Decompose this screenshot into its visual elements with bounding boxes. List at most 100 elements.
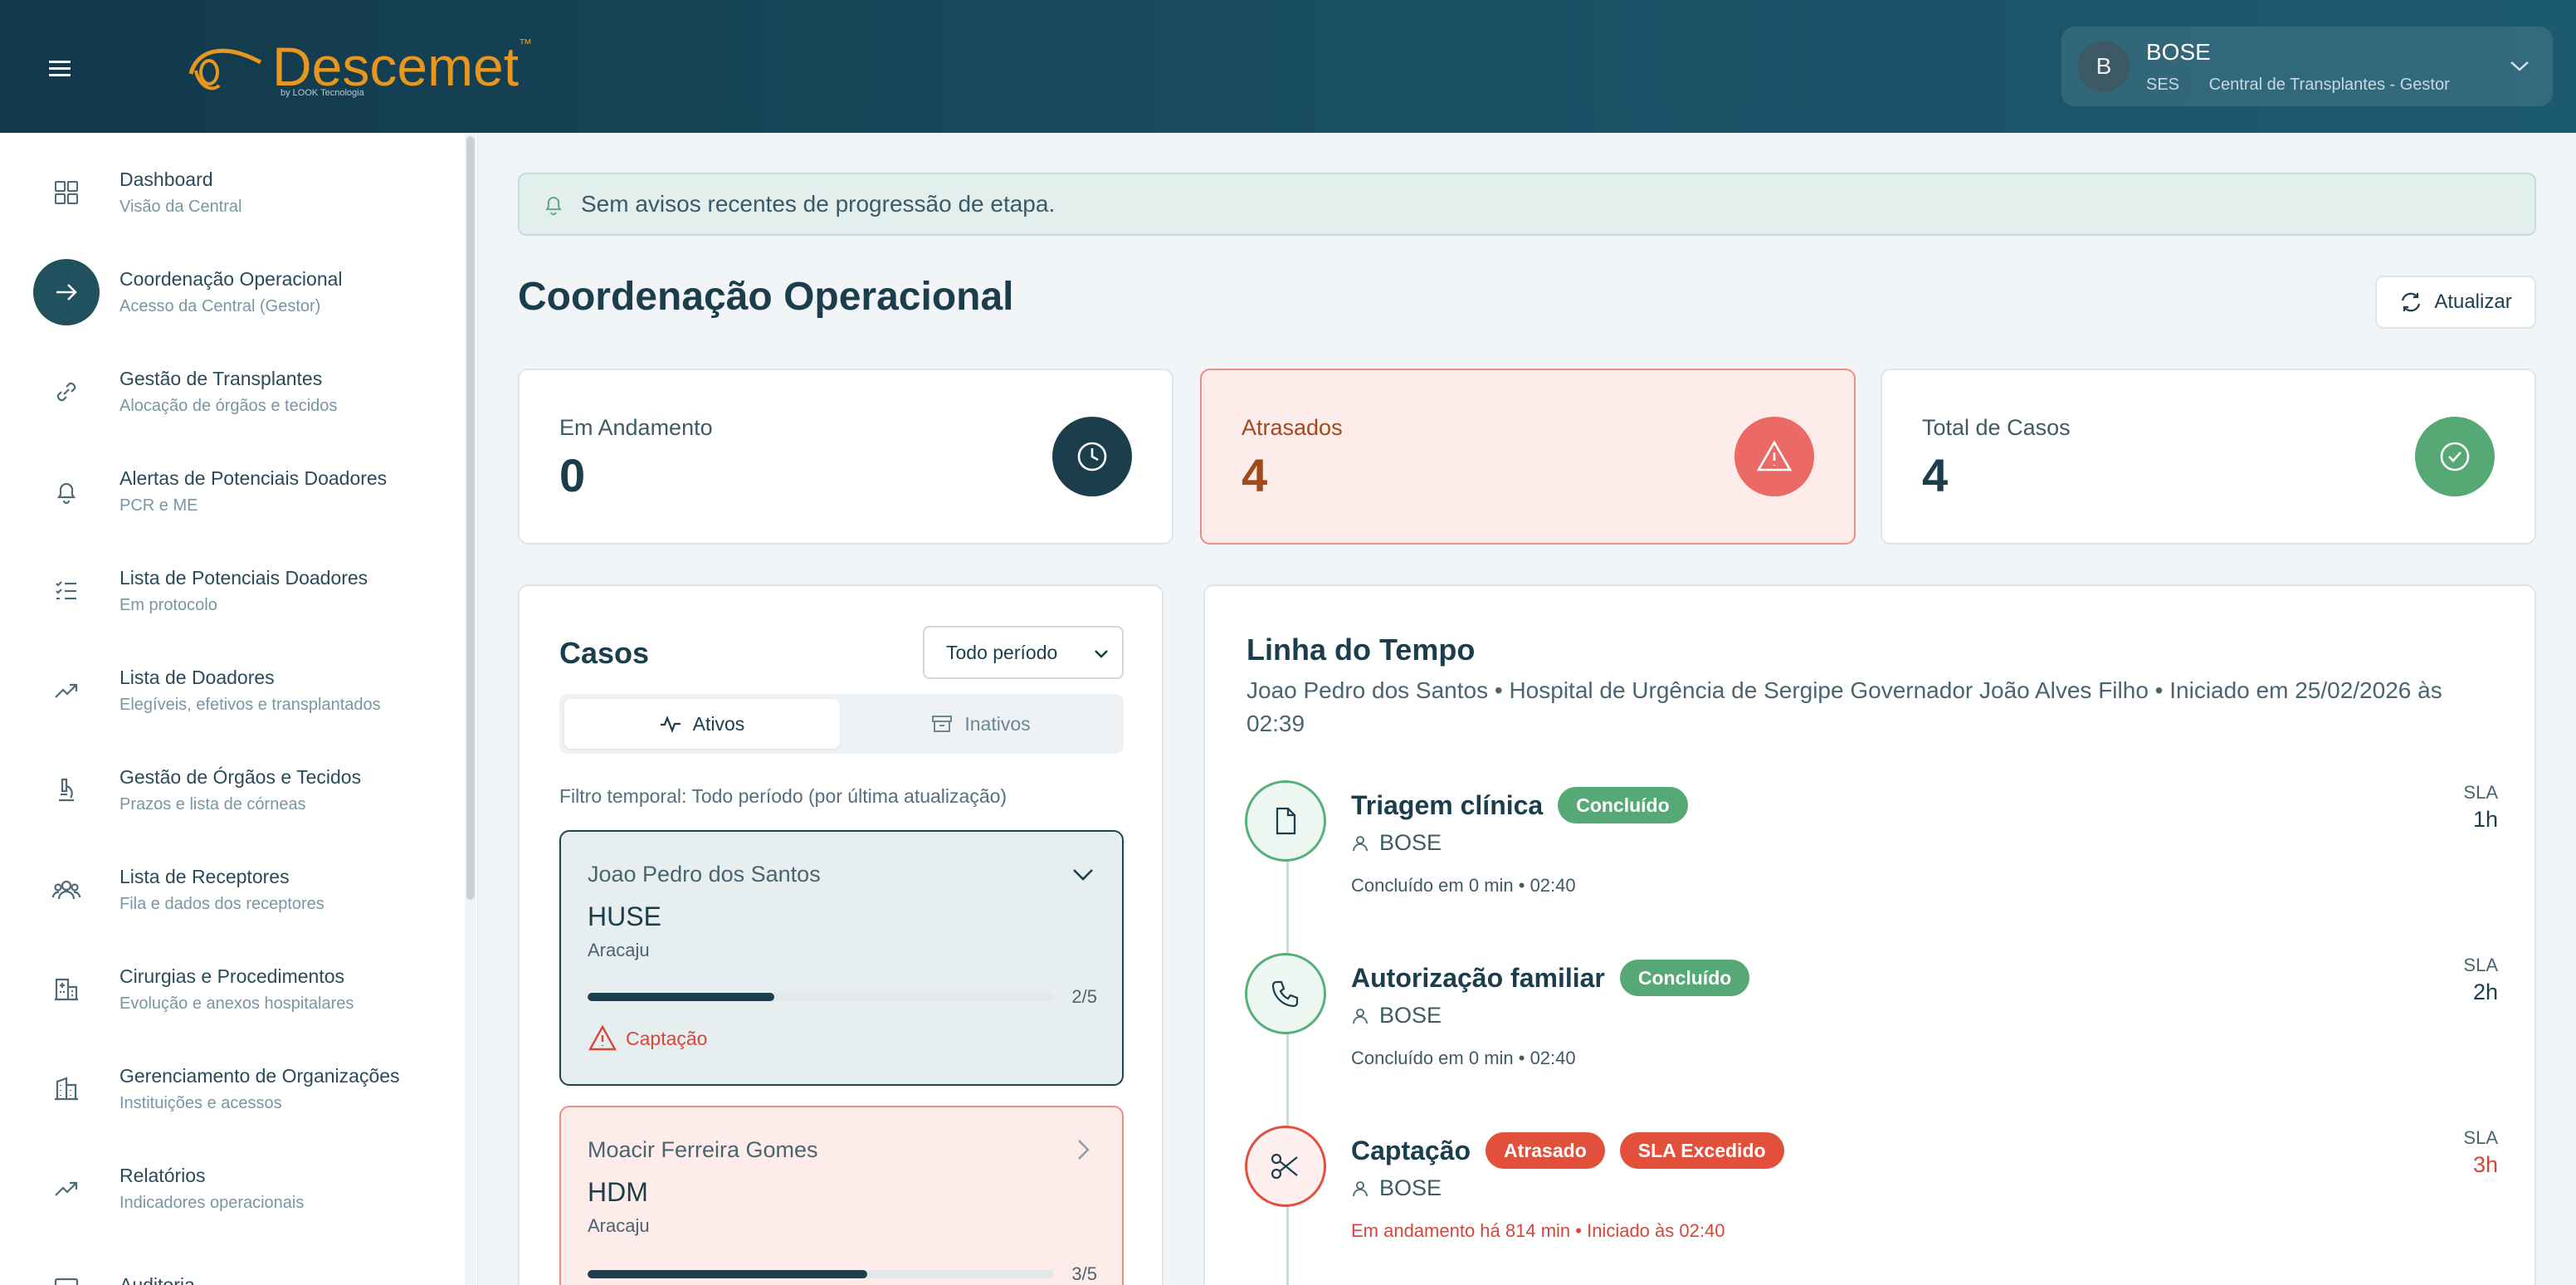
case-patient-name: Moacir Ferreira Gomes	[588, 1137, 818, 1162]
user-org: SES	[2146, 75, 2180, 94]
sidebar-item-dashboard[interactable]: Dashboard Visão da Central	[33, 151, 448, 234]
sidebar-item-title: Lista de Potenciais Doadores	[120, 567, 368, 589]
step-name: Captação	[1351, 1135, 1471, 1165]
sidebar-item-sub: Prazos e lista de córneas	[120, 795, 306, 814]
case-card[interactable]: Joao Pedro dos Santos HUSE Aracaju 2/5 C…	[559, 830, 1124, 1086]
sidebar-item-title: Relatórios	[120, 1165, 206, 1186]
step-meta: Concluído em 0 min • 02:40	[1351, 1048, 1576, 1068]
sidebar-item-sub: Visão da Central	[120, 198, 242, 216]
refresh-icon	[2402, 292, 2421, 312]
step-meta: Concluído em 0 min • 02:40	[1351, 875, 1576, 896]
sidebar-item-organizacoes[interactable]: Gerenciamento de Organizações Instituiçõe…	[33, 1048, 448, 1131]
sla-value: 2h	[2472, 980, 2498, 1004]
top-bar: Descemet ™ by LOOK Tecnologia B BOSE SES…	[0, 0, 2576, 133]
sidebar-scrollbar[interactable]	[465, 133, 476, 1285]
case-hospital: HUSE	[588, 901, 661, 931]
case-city: Aracaju	[588, 940, 650, 960]
cases-title: Casos	[559, 636, 650, 670]
period-select[interactable]: Todo período	[923, 626, 1124, 679]
sidebar-item-title: Lista de Doadores	[120, 667, 275, 688]
link-icon	[33, 359, 100, 425]
sidebar-item-title: Alertas de Potenciais Doadores	[120, 467, 388, 489]
sidebar-item-potenciais-doadores[interactable]: Lista de Potenciais Doadores Em protocolo	[33, 550, 448, 633]
chevron-down-icon[interactable]	[1069, 860, 1097, 888]
user-name: BOSE	[2146, 38, 2211, 65]
case-card[interactable]: Moacir Ferreira Gomes HDM Aracaju 3/5	[559, 1106, 1124, 1285]
sla-exceeded-badge: SLA Excedido	[1619, 1132, 1784, 1169]
hamburger-icon	[49, 61, 71, 76]
sidebar-item-sub: Fila e dados dos receptores	[120, 895, 324, 913]
sidebar-item-cirurgias[interactable]: Cirurgias e Procedimentos Evolução e anex…	[33, 948, 448, 1031]
menu-button[interactable]	[33, 42, 86, 95]
users-icon	[33, 857, 100, 923]
file-icon	[1245, 780, 1326, 862]
stat-value: 0	[559, 449, 586, 501]
sidebar-item-sub: Instituições e acessos	[120, 1094, 282, 1112]
tab-label: Ativos	[692, 712, 745, 735]
case-patient-name: Joao Pedro dos Santos	[588, 862, 821, 887]
sla-label: SLA	[2463, 1127, 2498, 1148]
timeline-step: Captação Atrasado SLA Excedido BOSE Em a…	[1245, 1126, 2498, 1267]
step-user: BOSE	[1379, 1175, 1442, 1200]
trending-up-icon	[33, 1156, 100, 1222]
chevron-down-icon	[1095, 650, 1108, 658]
phone-icon	[1245, 953, 1326, 1034]
stat-em-andamento: Em Andamento 0	[518, 369, 1173, 545]
stat-value: 4	[1922, 449, 1949, 501]
sidebar-item-sub: Indicadores operacionais	[120, 1194, 305, 1212]
timeline-step: Triagem clínica Concluído BOSE Concluído…	[1245, 780, 2498, 921]
sidebar-item-receptores[interactable]: Lista de Receptores Fila e dados dos rece…	[33, 848, 448, 931]
sidebar-item-sub: Evolução e anexos hospitalares	[120, 994, 354, 1013]
refresh-label: Atualizar	[2434, 291, 2512, 313]
stat-total-casos: Total de Casos 4	[1881, 369, 2536, 545]
sidebar-item-gestao-transplantes[interactable]: Gestão de Transplantes Alocação de órgãos…	[33, 350, 448, 433]
stat-label: Total de Casos	[1922, 415, 2071, 440]
microscope-icon	[33, 757, 100, 823]
avatar: B	[2078, 41, 2130, 92]
sidebar-item-auditoria[interactable]: Auditoria	[33, 1247, 448, 1285]
step-name: Triagem clínica	[1351, 789, 1544, 820]
sidebar-item-title: Auditoria	[120, 1273, 195, 1285]
clock-icon	[1052, 417, 1132, 496]
sidebar: Dashboard Visão da Central Coordenação Op…	[0, 133, 478, 1285]
timeline-panel: Linha do Tempo Joao Pedro dos Santos • H…	[1203, 584, 2536, 1285]
eye-logo-icon	[188, 48, 262, 90]
sidebar-item-title: Gestão de Órgãos e Tecidos	[120, 766, 362, 788]
sidebar-item-relatorios[interactable]: Relatórios Indicadores operacionais	[33, 1147, 448, 1230]
sidebar-item-title: Cirurgias e Procedimentos	[120, 965, 345, 987]
cases-panel: Casos Todo período Ativos Inativos Filtr…	[518, 584, 1164, 1285]
sidebar-item-sub: Alocação de órgãos e tecidos	[120, 397, 338, 415]
logo-subtitle: by LOOK Tecnologia	[281, 88, 364, 98]
sidebar-item-alertas[interactable]: Alertas de Potenciais Doadores PCR e ME	[33, 450, 448, 533]
chevron-right-icon[interactable]	[1069, 1136, 1097, 1164]
tab-inativos[interactable]: Inativos	[843, 699, 1119, 749]
monitor-icon	[33, 1255, 100, 1285]
step-user: BOSE	[1379, 1003, 1442, 1028]
hospital-icon	[33, 956, 100, 1023]
refresh-button[interactable]: Atualizar	[2375, 276, 2536, 329]
warning-icon	[588, 1024, 617, 1051]
chevron-down-icon[interactable]	[2503, 50, 2536, 83]
user-icon	[1353, 835, 1368, 851]
user-menu[interactable]: B BOSE SES Central de Transplantes - Ges…	[2061, 27, 2553, 106]
sidebar-item-orgaos-tecidos[interactable]: Gestão de Órgãos e Tecidos Prazos e lista…	[33, 749, 448, 832]
scroll-thumb[interactable]	[466, 136, 475, 900]
bell-icon	[33, 458, 100, 525]
sidebar-item-title: Coordenação Operacional	[120, 268, 343, 290]
sidebar-item-doadores[interactable]: Lista de Doadores Elegíveis, efetivos e t…	[33, 649, 448, 732]
sidebar-item-coordenacao[interactable]: Coordenação Operacional Acesso da Central…	[33, 251, 448, 334]
stat-atrasados: Atrasados 4	[1200, 369, 1856, 545]
page-title: Coordenação Operacional	[518, 275, 1014, 319]
tab-ativos[interactable]: Ativos	[564, 699, 840, 749]
warning-icon	[1734, 417, 1814, 496]
timeline-subtitle: Joao Pedro dos Santos • Hospital de Urgê…	[1247, 677, 2442, 736]
sla-value: 1h	[2472, 807, 2498, 832]
stat-label: Atrasados	[1242, 415, 1343, 440]
case-city: Aracaju	[588, 1215, 650, 1236]
activity-icon	[660, 715, 681, 733]
sidebar-item-title: Gerenciamento de Organizações	[120, 1065, 400, 1087]
case-alert: Captação	[588, 1024, 707, 1053]
case-alert-text: Captação	[626, 1027, 708, 1049]
sidebar-item-sub: PCR e ME	[120, 496, 198, 515]
user-icon	[1353, 1180, 1368, 1196]
